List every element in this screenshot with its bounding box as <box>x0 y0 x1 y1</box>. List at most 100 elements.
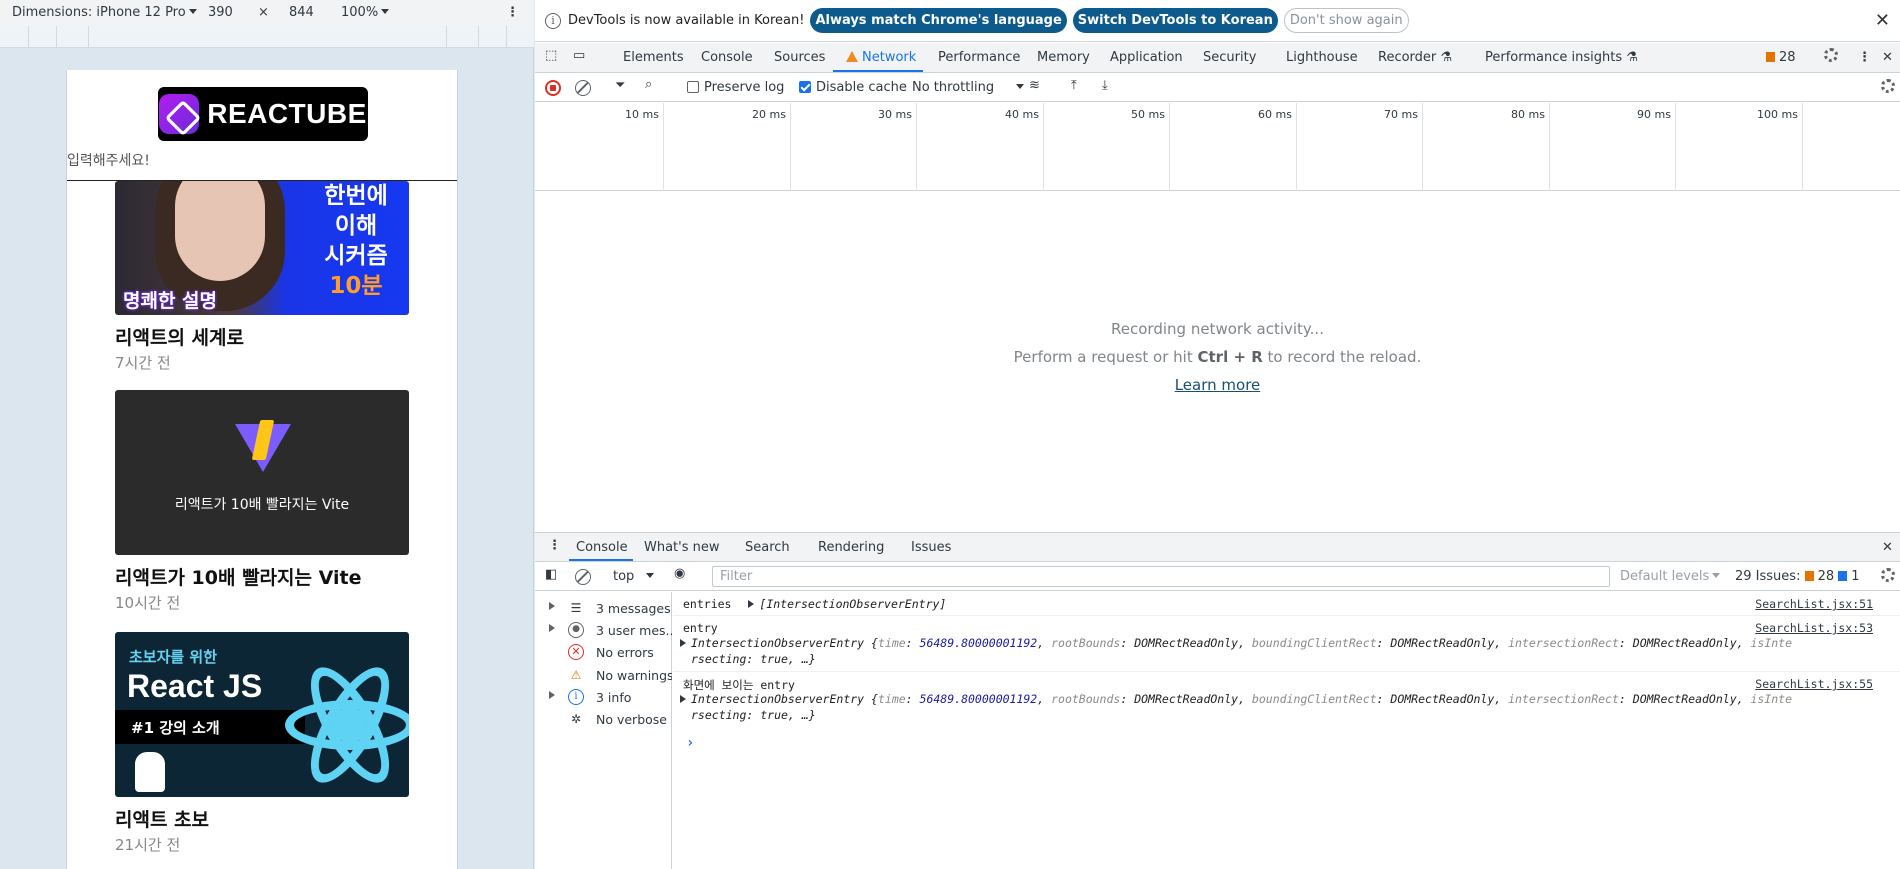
source-link[interactable]: SearchList.jsx:53 <box>1755 621 1873 635</box>
always-match-language-button[interactable]: Always match Chrome's language <box>810 8 1067 33</box>
disable-cache-checkbox[interactable]: Disable cache <box>799 80 907 95</box>
drawer-tab-whats-new[interactable]: What's new <box>644 540 720 555</box>
console-message[interactable]: entry SearchList.jsx:53 IntersectionObse… <box>673 616 1900 672</box>
video-time: 10시간 전 <box>115 594 181 612</box>
context-select[interactable]: top <box>613 569 655 584</box>
console-message[interactable]: 화면에 보이는 entry SearchList.jsx:55 Intersec… <box>673 672 1900 728</box>
more-options-icon[interactable]: ⋮ <box>506 5 519 20</box>
video-title[interactable]: 리액트 초보 <box>115 805 409 832</box>
height-input[interactable]: 844 <box>289 5 314 20</box>
drawer-tab-console[interactable]: Console <box>576 540 628 555</box>
tab-performance-insights[interactable]: Performance insights ⚗ <box>1485 50 1638 65</box>
video-card[interactable]: 리액트가 10배 빨라지는 Vite 리액트가 10배 빨라지는 Vite 10… <box>115 390 409 613</box>
tab-network[interactable]: Network <box>846 50 916 65</box>
drawer-tab-issues[interactable]: Issues <box>911 540 951 555</box>
timeline-tick-label: 30 ms <box>878 108 912 121</box>
expand-arrow-icon[interactable] <box>748 600 755 608</box>
sidebar-item-messages[interactable]: ☰ 3 messages <box>535 598 672 620</box>
tab-security[interactable]: Security <box>1203 50 1256 65</box>
record-icon[interactable] <box>545 80 561 96</box>
reactube-logo[interactable]: REACTUBE <box>158 87 368 141</box>
export-har-icon[interactable]: ⤓ <box>1102 78 1108 93</box>
object-props: {time: 56489.80000001192, rootBounds: DO… <box>871 636 1793 650</box>
filter-icon[interactable]: ⏷ <box>615 78 625 93</box>
device-toggle-icon[interactable]: ▭ <box>573 48 585 63</box>
video-thumbnail[interactable]: 한번에 이해 시커즘 10분 명쾌한 설명 <box>115 181 409 315</box>
tab-lighthouse[interactable]: Lighthouse <box>1286 50 1358 65</box>
chevron-down-icon <box>1712 573 1721 578</box>
thumbnail-caption: 리액트가 10배 빨라지는 Vite <box>174 497 350 513</box>
settings-icon[interactable] <box>1824 48 1838 66</box>
video-title[interactable]: 리액트의 세계로 <box>115 323 409 350</box>
tab-memory[interactable]: Memory <box>1037 50 1090 65</box>
chevron-down-icon <box>188 9 197 14</box>
log-levels-select[interactable]: Default levels <box>1620 569 1721 584</box>
source-link[interactable]: SearchList.jsx:51 <box>1755 597 1873 611</box>
issues-summary[interactable]: 29 Issues: 28 1 <box>1735 569 1860 584</box>
drawer-tab-rendering[interactable]: Rendering <box>818 540 884 555</box>
sidebar-toggle-icon[interactable]: ◧ <box>545 567 557 582</box>
console-message[interactable]: entries [IntersectionObserverEntry] Sear… <box>673 592 1900 616</box>
clear-console-icon[interactable] <box>575 569 591 585</box>
console-filter-input[interactable]: Filter <box>712 566 1610 587</box>
tab-performance[interactable]: Performance <box>938 50 1020 65</box>
tab-recorder[interactable]: Recorder ⚗ <box>1378 50 1452 65</box>
prop-key: isInte <box>1750 636 1793 650</box>
object-preview[interactable]: IntersectionObserverEntry {time: 56489.8… <box>680 692 1792 706</box>
drawer-tab-search[interactable]: Search <box>745 540 790 555</box>
active-tab-indicator <box>833 70 923 72</box>
sidebar-item-errors[interactable]: ✕ No errors <box>535 642 672 664</box>
switch-to-korean-button[interactable]: Switch DevTools to Korean <box>1072 8 1278 33</box>
console-settings-icon[interactable] <box>1881 568 1895 586</box>
network-settings-icon[interactable] <box>1881 79 1895 97</box>
tab-console[interactable]: Console <box>701 50 753 65</box>
media-query-ruler[interactable] <box>0 26 534 48</box>
video-card[interactable]: 한번에 이해 시커즘 10분 명쾌한 설명 리액트의 세계로 7시간 전 <box>115 181 409 373</box>
sidebar-item-info[interactable]: i 3 info <box>535 687 672 709</box>
device-select[interactable]: Dimensions: iPhone 12 Pro <box>12 5 197 20</box>
width-input[interactable]: 390 <box>208 5 233 20</box>
sidebar-item-verbose[interactable]: ✲ No verbose <box>535 709 672 731</box>
expand-arrow-icon[interactable] <box>680 695 686 703</box>
learn-more-link[interactable]: Learn more <box>1175 376 1261 394</box>
video-thumbnail[interactable]: 초보자를 위한 React JS #1 강의 소개 <box>115 632 409 797</box>
checkbox-checked-icon <box>799 81 811 93</box>
clear-icon[interactable] <box>575 80 591 96</box>
zoom-select[interactable]: 100% <box>341 5 390 20</box>
network-empty-state: Recording network activity... Perform a … <box>535 320 1900 404</box>
sidebar-item-warnings[interactable]: ⚠ No warnings <box>535 665 672 687</box>
issues-count: 28 <box>1779 50 1796 65</box>
tab-sources[interactable]: Sources <box>774 50 825 65</box>
timeline-gridline <box>916 103 917 191</box>
object-preview[interactable]: IntersectionObserverEntry {time: 56489.8… <box>680 636 1792 650</box>
video-title[interactable]: 리액트가 10배 빨라지는 Vite <box>115 563 409 590</box>
issues-counter[interactable]: 28 <box>1766 50 1796 65</box>
search-icon[interactable]: ⌕ <box>645 77 652 92</box>
object-class: IntersectionObserverEntry <box>691 636 865 650</box>
inspect-element-icon[interactable]: ⬚ <box>545 48 557 63</box>
tab-elements[interactable]: Elements <box>623 50 684 65</box>
preserve-log-checkbox[interactable]: Preserve log <box>687 80 784 95</box>
video-card[interactable]: 초보자를 위한 React JS #1 강의 소개 리액트 초보 21시간 전 <box>115 632 409 855</box>
drawer-menu-icon[interactable]: ⋮ <box>548 538 561 553</box>
expand-arrow-icon[interactable] <box>680 639 686 647</box>
source-link[interactable]: SearchList.jsx:55 <box>1755 677 1873 691</box>
search-input[interactable]: 입력해주세요! <box>67 150 150 170</box>
network-conditions-icon[interactable]: ≋ <box>1029 78 1040 93</box>
close-devtools-icon[interactable]: ✕ <box>1882 50 1893 65</box>
ruler-tick <box>506 26 507 48</box>
dont-show-again-button[interactable]: Don't show again <box>1283 8 1409 33</box>
network-overview-timeline[interactable]: 10 ms 20 ms 30 ms 40 ms 50 ms 60 ms 70 ms 80 ms… <box>535 103 1900 191</box>
close-drawer-icon[interactable]: ✕ <box>1882 540 1893 555</box>
sidebar-item-user-messages[interactable]: ● 3 user mes... <box>535 620 672 642</box>
console-prompt[interactable]: › <box>686 735 694 751</box>
tab-application[interactable]: Application <box>1110 50 1183 65</box>
close-icon[interactable]: ✕ <box>1875 10 1890 31</box>
warning-icon <box>846 51 858 62</box>
chevron-down-icon <box>381 9 390 14</box>
video-thumbnail[interactable]: 리액트가 10배 빨라지는 Vite <box>115 390 409 555</box>
throttling-select[interactable]: No throttling <box>912 80 1025 95</box>
more-tools-icon[interactable]: ⋮ <box>1858 50 1871 65</box>
live-expression-eye-icon[interactable]: ◉ <box>674 566 685 581</box>
import-har-icon[interactable]: ⤒ <box>1071 78 1077 93</box>
